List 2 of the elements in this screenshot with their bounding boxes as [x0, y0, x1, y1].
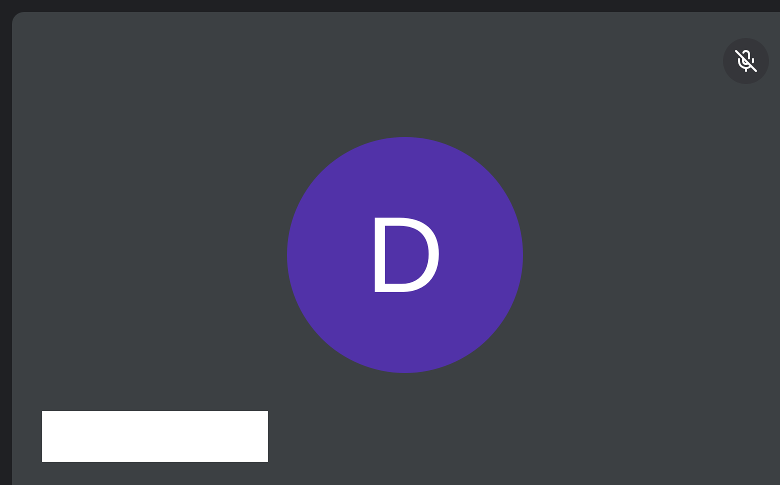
avatar-initial: D: [366, 201, 444, 309]
mic-off-icon: [734, 49, 758, 73]
